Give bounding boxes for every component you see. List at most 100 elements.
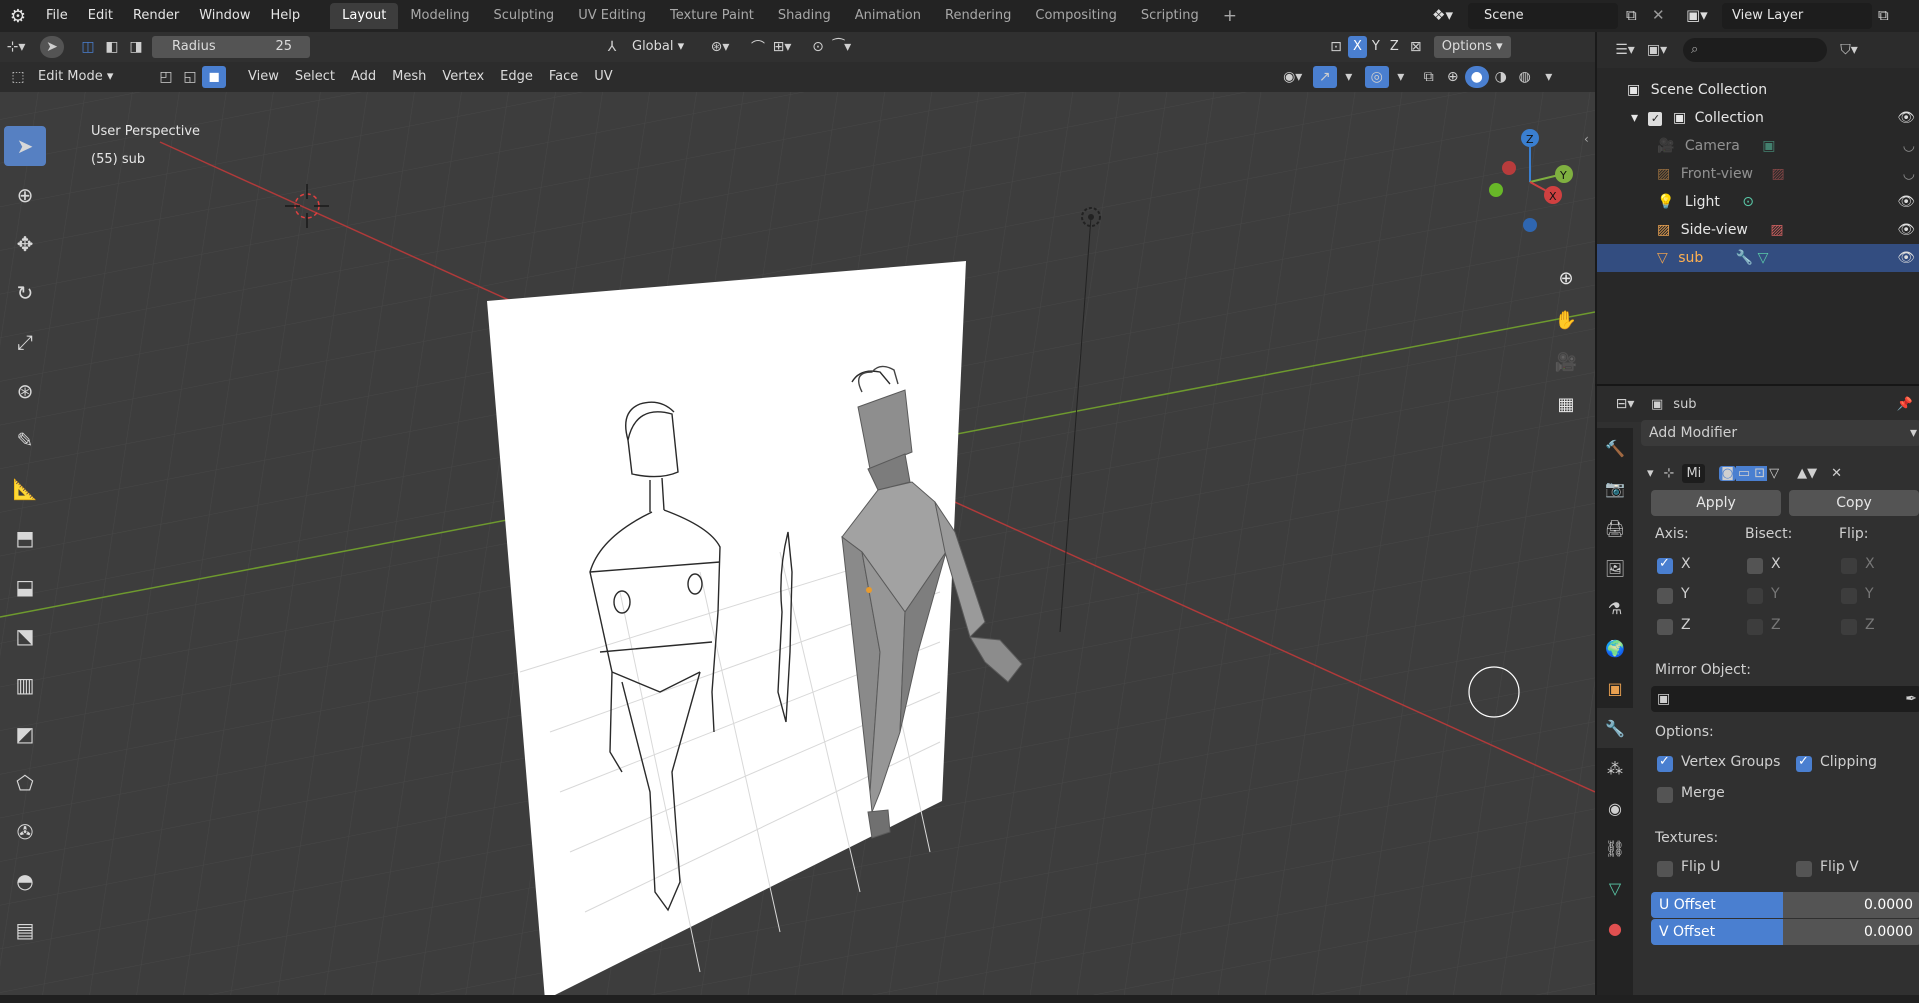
tab-sculpting[interactable]: Sculpting — [481, 3, 566, 29]
outliner-item-light[interactable]: 💡 Light ⊙ 👁 — [1597, 188, 1919, 216]
menu-edit[interactable]: Edit — [78, 0, 123, 32]
rotate-tool-icon[interactable]: ↻ — [4, 273, 46, 313]
axis-z-checkbox[interactable] — [1657, 619, 1673, 635]
v-offset-field[interactable]: V Offset 0.0000 — [1651, 919, 1919, 945]
wireframe-shading-icon[interactable]: ⊕ — [1441, 66, 1465, 88]
flip-v-checkbox[interactable] — [1796, 861, 1812, 877]
orientation-icon[interactable]: ⅄ — [600, 36, 624, 58]
zoom-icon[interactable]: ⊕ — [1550, 262, 1582, 294]
select-tool-icon[interactable]: ➤ — [4, 126, 46, 166]
blender-logo-icon[interactable]: ⚙ — [0, 0, 36, 32]
front-view-eye-icon[interactable]: ◡ — [1903, 160, 1915, 188]
move-down-icon[interactable]: ▼ — [1807, 466, 1817, 481]
edge-select-icon[interactable]: ◱ — [178, 66, 202, 88]
edit-mode-toggle-icon[interactable]: ◙ — [1719, 465, 1736, 481]
3d-viewport[interactable]: Z Y X ⊹▾ ➤ ◫ ◧ ◨ Radius 25 ⅄ Global ▾ ⊛▾… — [0, 32, 1595, 1003]
flip-x-checkbox[interactable] — [1841, 558, 1857, 574]
properties-editor-icon[interactable]: ⊟▾ — [1613, 393, 1637, 415]
loop-cut-tool-icon[interactable]: ▥ — [4, 665, 46, 705]
modifier-tab-icon[interactable]: 🔧 — [1597, 708, 1633, 748]
tab-rendering[interactable]: Rendering — [933, 3, 1023, 29]
xray-icon[interactable]: ⧉ — [1417, 66, 1441, 88]
pan-hand-icon[interactable]: ✋ — [1550, 304, 1582, 336]
tab-layout[interactable]: Layout — [330, 3, 399, 29]
output-tab-icon[interactable]: 🖨 — [1597, 508, 1633, 548]
merge-checkbox[interactable] — [1657, 787, 1673, 803]
smooth-tool-icon[interactable]: ◓ — [4, 861, 46, 901]
axis-x-toggle[interactable]: X — [1348, 36, 1367, 58]
face-select-icon[interactable]: ◼ — [202, 66, 226, 88]
collection-eye-icon[interactable]: 👁 — [1897, 104, 1915, 132]
tool-tab-icon[interactable]: 🔨 — [1597, 428, 1633, 468]
extrude-tool-icon[interactable]: ⬒ — [4, 518, 46, 558]
bisect-x-checkbox[interactable] — [1747, 558, 1763, 574]
material-shading-icon[interactable]: ◑ — [1489, 66, 1513, 88]
add-workspace-button[interactable]: + — [1211, 3, 1249, 29]
poly-build-tool-icon[interactable]: ⬠ — [4, 763, 46, 803]
menu-add[interactable]: Add — [343, 66, 384, 88]
axis-z-toggle[interactable]: Z — [1385, 36, 1404, 58]
sub-eye-icon[interactable]: 👁 — [1897, 244, 1915, 272]
sidebar-toggle-icon[interactable]: ‹ — [1584, 132, 1589, 146]
mirror-object-field[interactable]: ▣ ✒ — [1651, 686, 1919, 712]
snap-target-icon[interactable]: ⊞▾ — [770, 36, 794, 58]
menu-file[interactable]: File — [36, 0, 78, 32]
auto-merge-icon[interactable]: ⊠ — [1404, 36, 1428, 58]
select-box-mode-icon[interactable]: ◫ — [76, 36, 100, 58]
material-tab-icon[interactable]: ● — [1597, 908, 1633, 948]
scene-name-field[interactable]: Scene — [1468, 3, 1618, 29]
menu-select[interactable]: Select — [287, 66, 343, 88]
radius-field[interactable]: Radius 25 — [152, 36, 310, 58]
proportional-edit-icon[interactable]: ⊙ — [806, 36, 830, 58]
cursor-tool-icon[interactable]: ⊕ — [4, 175, 46, 215]
menu-help[interactable]: Help — [261, 0, 311, 32]
modifier-name-field[interactable]: Mi — [1682, 463, 1706, 483]
pivot-icon[interactable]: ⊛▾ — [708, 36, 732, 58]
menu-view[interactable]: View — [240, 66, 287, 88]
view-layer-icon[interactable]: ▣▾ — [1686, 6, 1708, 24]
outliner-editor-icon[interactable]: ☰▾ — [1613, 39, 1637, 61]
snap-icon[interactable]: ⌒ — [746, 36, 770, 58]
scene-selector-icon[interactable]: ❖▾ — [1432, 6, 1453, 24]
menu-face[interactable]: Face — [541, 66, 586, 88]
outliner-item-front-view[interactable]: ▨ Front-view ▨ ◡ — [1597, 160, 1919, 188]
menu-edge[interactable]: Edge — [492, 66, 541, 88]
bisect-y-checkbox[interactable] — [1747, 588, 1763, 604]
display-mode-icon[interactable]: ▣▾ — [1645, 39, 1669, 61]
options-dropdown[interactable]: Options ▾ — [1433, 36, 1511, 58]
orientation-dropdown[interactable]: Global ▾ — [624, 36, 694, 58]
clipping-checkbox[interactable] — [1796, 754, 1812, 772]
spin-tool-icon[interactable]: ✇ — [4, 812, 46, 852]
bevel-tool-icon[interactable]: ⬔ — [4, 616, 46, 656]
object-tab-icon[interactable]: ▣ — [1597, 668, 1633, 708]
solid-shading-icon[interactable]: ● — [1464, 66, 1489, 88]
measure-tool-icon[interactable]: 📐 — [4, 469, 46, 509]
tab-compositing[interactable]: Compositing — [1023, 3, 1129, 29]
apply-button[interactable]: Apply — [1651, 490, 1781, 516]
select-subtract-icon[interactable]: ◨ — [124, 36, 148, 58]
gizmo-dropdown-icon[interactable]: ▾ — [1337, 66, 1361, 88]
move-up-icon[interactable]: ▲ — [1797, 466, 1807, 481]
visibility-icon[interactable]: ◉▾ — [1281, 66, 1305, 88]
collection-checkbox[interactable]: ✓ — [1648, 112, 1663, 126]
falloff-icon[interactable]: ⁀▾ — [830, 36, 854, 58]
menu-window[interactable]: Window — [189, 0, 260, 32]
annotate-tool-icon[interactable]: ✎ — [4, 420, 46, 460]
select-extend-icon[interactable]: ◧ — [100, 36, 124, 58]
pin-icon[interactable]: 📌 — [1897, 397, 1913, 412]
flip-u-checkbox[interactable] — [1657, 861, 1673, 877]
mode-dropdown[interactable]: Edit Mode ▾ — [30, 66, 146, 88]
particles-tab-icon[interactable]: ⁂ — [1597, 748, 1633, 788]
camera-view-icon[interactable]: 🎥 — [1550, 346, 1582, 378]
world-tab-icon[interactable]: 🌍 — [1597, 628, 1633, 668]
tab-modeling[interactable]: Modeling — [398, 3, 481, 29]
tab-uv-editing[interactable]: UV Editing — [566, 3, 658, 29]
knife-tool-icon[interactable]: ◩ — [4, 714, 46, 754]
outliner-item-side-view[interactable]: ▨ Side-view ▨ 👁 — [1597, 216, 1919, 244]
scene-close-icon[interactable]: ✕ — [1652, 6, 1665, 24]
menu-mesh[interactable]: Mesh — [384, 66, 434, 88]
edge-slide-tool-icon[interactable]: ▤ — [4, 910, 46, 950]
outliner-item-sub[interactable]: ▽ sub 🔧 ▽ 👁 — [1597, 244, 1919, 272]
side-view-eye-icon[interactable]: 👁 — [1897, 216, 1915, 244]
inset-tool-icon[interactable]: ⬓ — [4, 567, 46, 607]
